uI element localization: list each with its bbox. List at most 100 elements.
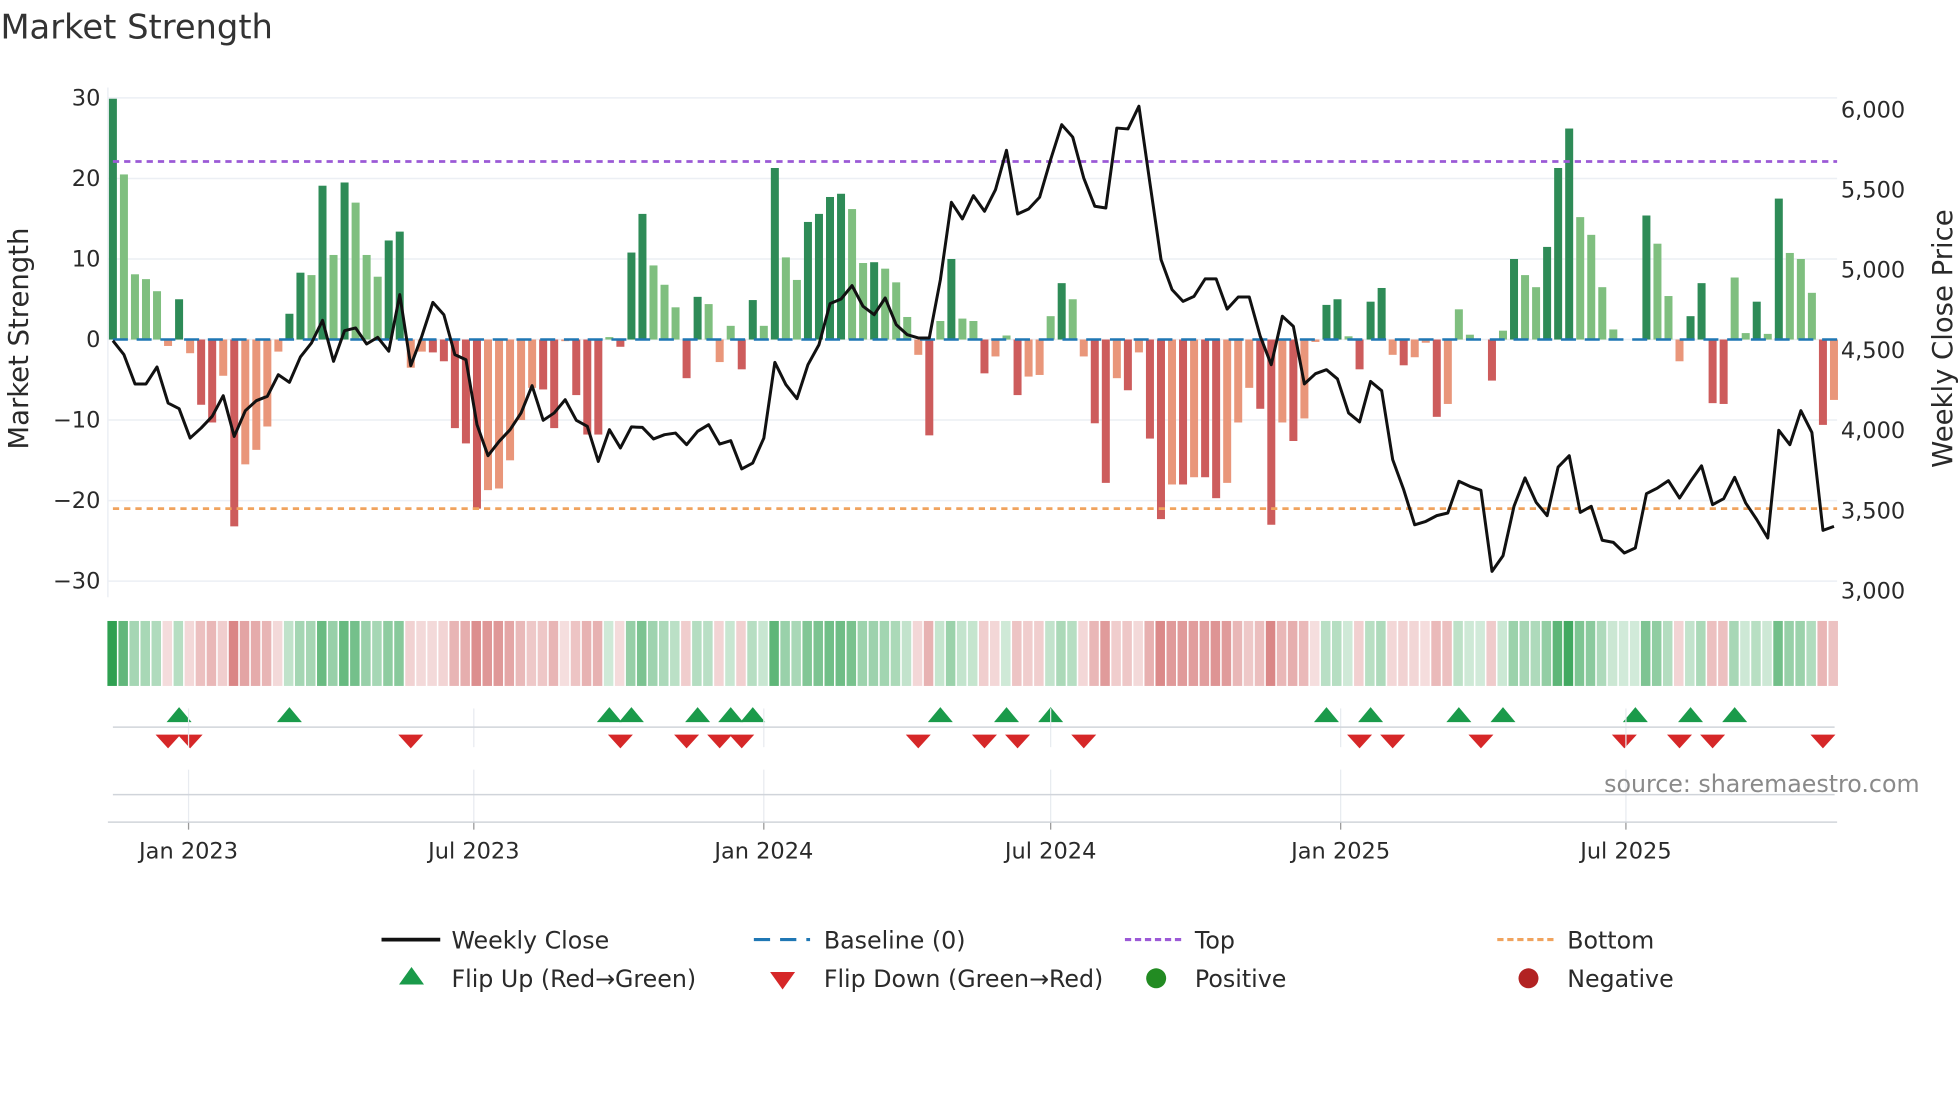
y2-tick-label: 3,500 [1841,498,1905,524]
strip-cell [151,620,162,686]
strip-cell [1795,620,1805,686]
legend-label: Flip Up (Red→Green) [451,965,696,993]
strip-cell [647,620,658,686]
strip-cell [978,620,989,686]
strip-cell [1089,620,1099,686]
strip-cell [802,620,812,686]
strip-cell [1596,620,1607,686]
positive-bar [837,193,846,340]
flip-up-marker [1678,707,1704,723]
flip-down-marker [398,734,424,749]
x-tick-label: Jul 2023 [426,838,519,864]
negative-bar [1234,339,1243,423]
strip-cell [361,620,371,686]
flip-up-marker [1313,707,1339,723]
positive-bar [693,296,702,340]
strip-cell [1409,620,1419,686]
strip-cell [206,620,217,686]
positive-bar [748,300,757,340]
x-tick-label: Jul 2025 [1578,838,1671,864]
strip-cell [736,620,746,686]
strip-cell [1508,620,1519,686]
positive-bar [892,282,901,340]
strip-cell [305,620,316,686]
strip-cell [934,620,945,686]
strip-cell [1265,620,1276,686]
strip-cell [1530,620,1541,686]
y-axis-label: Market Strength [3,228,35,450]
strip-cell [1199,620,1210,686]
positive-bar [296,272,305,340]
strip-cell [1420,620,1430,686]
negative-bar [1289,339,1298,441]
positive-bar [1498,330,1507,340]
strip-cell [548,620,559,686]
flip-up-marker [1446,707,1472,723]
strip-cell [703,620,713,686]
strip-cell [1034,620,1044,686]
positive-bar [175,299,184,340]
negative-bar [252,339,261,450]
negative-bar [737,339,746,370]
positive-bar [119,174,128,340]
strip-cell [283,620,294,686]
strip-cell [317,620,327,686]
chart-title: Market Strength [0,8,272,47]
strip-cell [1464,620,1474,686]
strip-cell [1012,620,1022,686]
strip-cell [1232,620,1243,686]
strip-cell [1023,620,1033,686]
strip-cell [1100,620,1110,686]
strip-cell [504,620,515,686]
flip-down-marker [155,734,181,749]
positive-bar [969,321,978,340]
flip-up-marker [1490,707,1516,723]
negative-bar [528,339,537,388]
strip-cell [758,620,768,686]
negative-bar [980,339,989,374]
positive-bar [1697,283,1706,340]
positive-bar [329,254,338,340]
strip-cell [945,620,956,686]
strip-cell [1773,620,1783,686]
strip-cell [1563,620,1574,686]
negative-bar [1818,339,1827,425]
strip-cell [1519,620,1530,686]
strip-cell [857,620,868,686]
strip-cell [581,620,592,686]
negative-bar [1256,339,1265,409]
positive-bar [1598,287,1607,340]
flip-down-marker [971,734,997,749]
strip-cell [250,620,261,686]
strip-cell [416,620,426,686]
negative-bar [914,339,923,355]
negative-bar [925,339,934,436]
strip-cell [1067,620,1077,686]
negative-bar [1245,339,1254,388]
positive-bar [1609,329,1618,340]
negative-bar [506,339,515,461]
y-axis-ticks: 30 20 10 0 −10 −20 −30 [53,85,100,594]
positive-bar [340,182,349,340]
strip-cell [1188,620,1199,686]
strip-cell [449,620,459,686]
negative-bar [1355,339,1364,370]
y2-tick-label: 3,000 [1841,578,1905,604]
strip-cell [173,620,184,686]
positive-bar [1510,258,1519,340]
strip-cell [1618,620,1629,686]
y-tick-label: 10 [72,246,101,272]
positive-bar [848,209,857,340]
positive-bar [671,307,680,340]
negative-bar [715,339,724,363]
strip-cell [107,620,117,686]
negative-bar [1168,339,1177,485]
strip-cell [692,620,702,686]
flip-down-marker [729,734,755,749]
negative-bar [572,339,581,396]
positive-bar [1046,316,1055,340]
positive-bar [660,284,669,340]
negative-bar [1101,339,1110,483]
strip-cell [405,620,415,686]
positive-bar [285,313,294,340]
